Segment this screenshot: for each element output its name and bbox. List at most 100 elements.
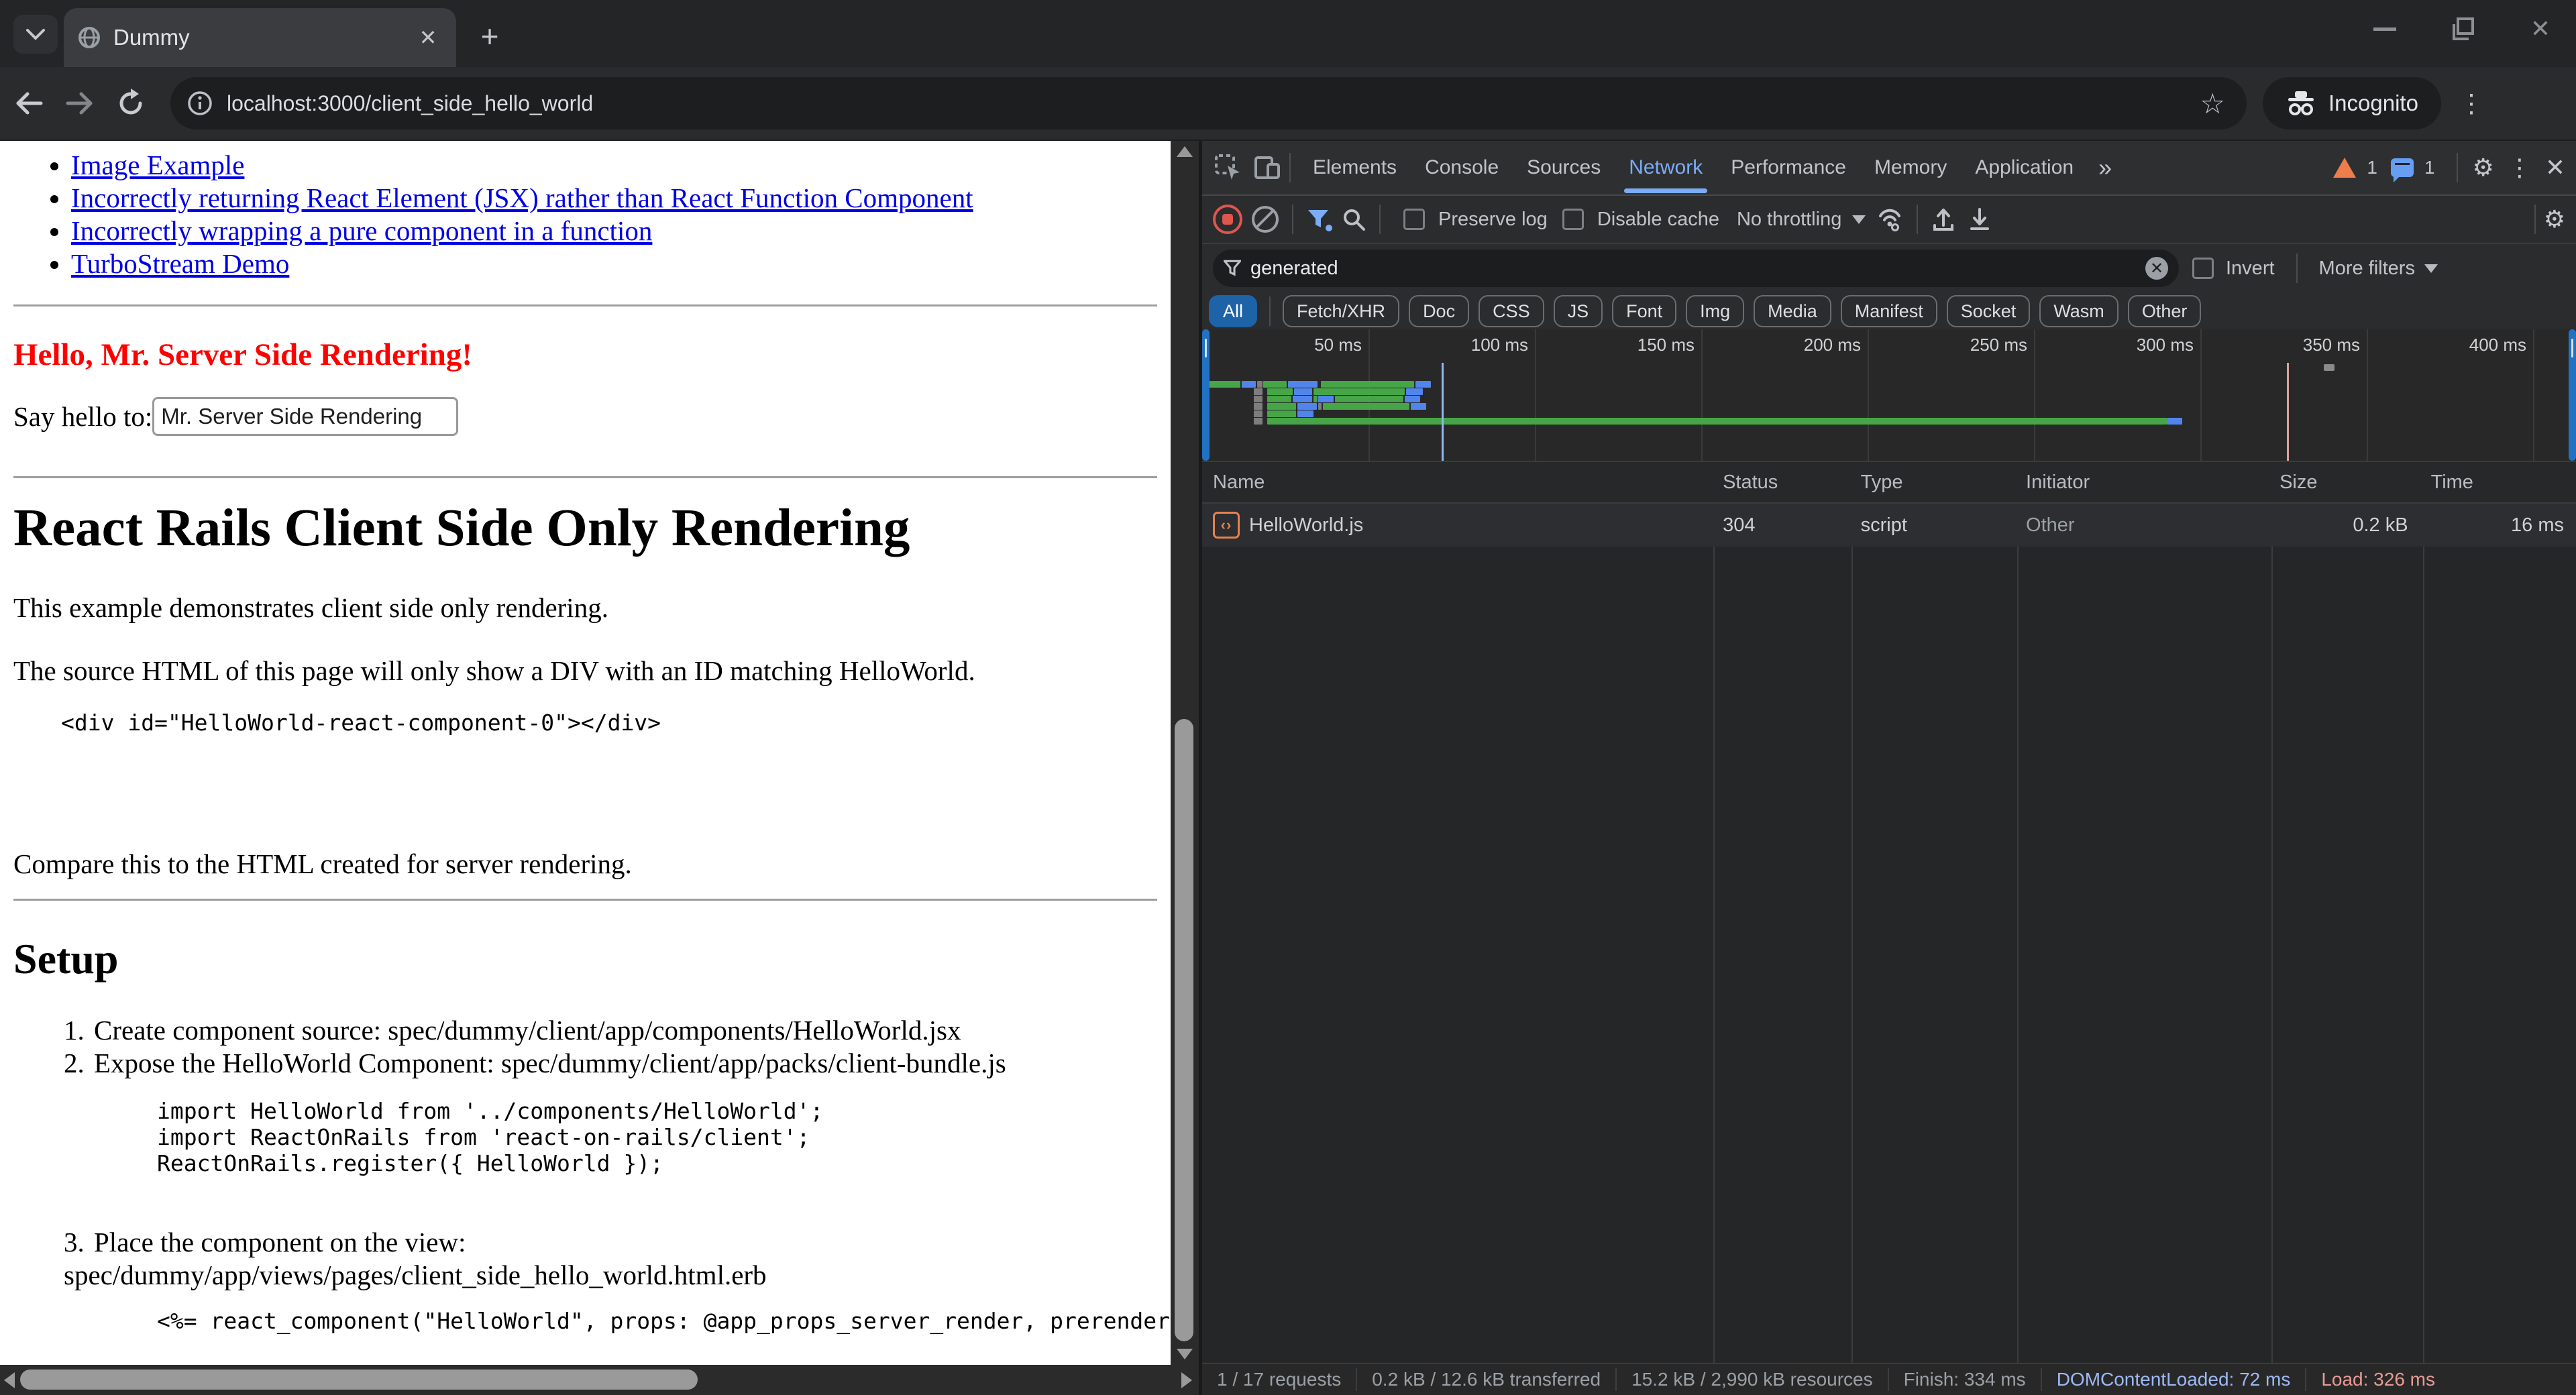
column-header-size[interactable]: Size bbox=[2269, 471, 2420, 494]
chip-socket[interactable]: Socket bbox=[1947, 295, 2031, 327]
disable-cache-label[interactable]: Disable cache bbox=[1597, 209, 1719, 231]
preserve-log-label[interactable]: Preserve log bbox=[1438, 209, 1548, 231]
scroll-down-icon[interactable] bbox=[1177, 1349, 1193, 1359]
waterfall-bar bbox=[1267, 418, 2167, 425]
device-toolbar-button[interactable] bbox=[1253, 154, 1281, 182]
timeline-right-handle[interactable] bbox=[2569, 329, 2576, 461]
bookmark-star-icon[interactable]: ☆ bbox=[2190, 87, 2235, 120]
chip-img[interactable]: Img bbox=[1686, 295, 1744, 327]
chip-all[interactable]: All bbox=[1209, 295, 1257, 327]
network-status-bar: 1 / 17 requests 0.2 kB / 12.6 kB transfe… bbox=[1202, 1363, 2576, 1395]
browser-tab-dummy[interactable]: Dummy ✕ bbox=[64, 8, 456, 67]
column-divider[interactable] bbox=[1851, 462, 1853, 1363]
link-incorrect-jsx[interactable]: Incorrectly returning React Element (JSX… bbox=[71, 182, 973, 213]
chip-other[interactable]: Other bbox=[2128, 295, 2202, 327]
scroll-left-icon[interactable] bbox=[4, 1372, 15, 1388]
more-filters-button[interactable]: More filters bbox=[2319, 258, 2415, 280]
more-filters-caret-icon[interactable] bbox=[2424, 264, 2438, 273]
console-message-icon[interactable] bbox=[2391, 158, 2414, 177]
chip-js[interactable]: JS bbox=[1554, 295, 1603, 327]
record-network-log-button[interactable] bbox=[1213, 205, 1242, 234]
url-text[interactable]: localhost:3000/client_side_hello_world bbox=[227, 91, 2190, 116]
timeline-tick-label: 150 ms bbox=[1587, 335, 1695, 355]
clear-filter-icon[interactable]: ✕ bbox=[2145, 257, 2168, 280]
request-name-cell[interactable]: ‹› HelloWorld.js bbox=[1202, 512, 1712, 539]
timeline-left-handle[interactable] bbox=[1202, 329, 1210, 461]
chip-doc[interactable]: Doc bbox=[1409, 295, 1469, 327]
tab-console[interactable]: Console bbox=[1411, 141, 1513, 194]
network-overview-timeline[interactable]: 50 ms100 ms150 ms200 ms250 ms300 ms350 m… bbox=[1202, 329, 2576, 462]
chip-manifest[interactable]: Manifest bbox=[1841, 295, 1937, 327]
column-divider[interactable] bbox=[2017, 462, 2019, 1363]
tab-search-button[interactable] bbox=[13, 15, 58, 54]
column-divider[interactable] bbox=[2423, 462, 2424, 1363]
disable-cache-checkbox[interactable] bbox=[1562, 209, 1584, 230]
column-header-initiator[interactable]: Initiator bbox=[2015, 471, 2269, 494]
back-button[interactable] bbox=[7, 81, 51, 125]
tab-performance[interactable]: Performance bbox=[1717, 141, 1860, 194]
filter-toggle-button[interactable] bbox=[1307, 209, 1330, 230]
tab-network[interactable]: Network bbox=[1615, 141, 1717, 194]
new-tab-button[interactable]: + bbox=[470, 16, 510, 56]
invert-checkbox[interactable] bbox=[2192, 258, 2214, 279]
import-har-button[interactable] bbox=[1931, 207, 1955, 232]
chip-fetch-xhr[interactable]: Fetch/XHR bbox=[1283, 295, 1399, 327]
reload-button[interactable] bbox=[109, 81, 153, 125]
column-header-status[interactable]: Status bbox=[1712, 471, 1850, 494]
column-header-time[interactable]: Time bbox=[2420, 471, 2576, 494]
column-divider[interactable] bbox=[2271, 462, 2273, 1363]
window-restore-button[interactable] bbox=[2446, 12, 2479, 46]
devtools-menu-kebab-icon[interactable]: ⋮ bbox=[2501, 154, 2538, 182]
request-initiator-cell[interactable]: Other bbox=[2015, 514, 2269, 537]
devtools-close-icon[interactable]: ✕ bbox=[2545, 154, 2565, 182]
column-divider[interactable] bbox=[1713, 462, 1715, 1363]
page-horizontal-scrollbar[interactable] bbox=[0, 1365, 1199, 1395]
clear-network-log-button[interactable] bbox=[1252, 206, 1279, 233]
warning-icon[interactable] bbox=[2333, 158, 2356, 178]
vertical-scroll-thumb[interactable] bbox=[1175, 719, 1193, 1341]
address-bar[interactable]: localhost:3000/client_side_hello_world ☆ bbox=[170, 77, 2247, 129]
setup-step-1: 1.Create component source: spec/dummy/cl… bbox=[13, 1014, 1171, 1047]
network-settings-gear-icon[interactable]: ⚙ bbox=[2544, 205, 2565, 233]
throttling-select[interactable]: No throttling bbox=[1737, 209, 1841, 231]
tab-sources[interactable]: Sources bbox=[1513, 141, 1615, 194]
scroll-up-icon[interactable] bbox=[1177, 146, 1193, 157]
chip-css[interactable]: CSS bbox=[1479, 295, 1544, 327]
window-close-button[interactable]: ✕ bbox=[2524, 12, 2557, 46]
inspect-element-button[interactable] bbox=[1214, 154, 1242, 182]
more-tabs-icon[interactable]: » bbox=[2088, 154, 2123, 182]
export-har-button[interactable] bbox=[1968, 207, 1992, 232]
timeline-tick-label: 350 ms bbox=[2253, 335, 2360, 355]
site-info-icon[interactable] bbox=[186, 90, 213, 117]
table-row[interactable]: ‹› HelloWorld.js 304 script Other 0.2 kB… bbox=[1202, 504, 2576, 547]
tab-close-icon[interactable]: ✕ bbox=[413, 23, 443, 52]
column-header-type[interactable]: Type bbox=[1850, 471, 2015, 494]
browser-menu-button[interactable]: ⋮ bbox=[2455, 89, 2488, 119]
horizontal-scroll-thumb[interactable] bbox=[20, 1370, 698, 1390]
link-turbostream-demo[interactable]: TurboStream Demo bbox=[71, 248, 289, 279]
filter-input-value[interactable]: generated bbox=[1250, 258, 2145, 280]
name-input[interactable] bbox=[152, 397, 458, 436]
chip-media[interactable]: Media bbox=[1754, 295, 1831, 327]
link-incorrect-wrap[interactable]: Incorrectly wrapping a pure component in… bbox=[71, 215, 652, 246]
search-button[interactable] bbox=[1342, 207, 1366, 231]
request-name[interactable]: HelloWorld.js bbox=[1249, 514, 1363, 537]
filter-input[interactable]: generated ✕ bbox=[1213, 249, 2179, 287]
tab-memory[interactable]: Memory bbox=[1860, 141, 1961, 194]
throttling-caret-icon[interactable] bbox=[1852, 215, 1866, 224]
tab-application[interactable]: Application bbox=[1961, 141, 2088, 194]
network-conditions-button[interactable] bbox=[1876, 207, 1903, 232]
column-header-name[interactable]: Name bbox=[1202, 471, 1712, 494]
page-vertical-scrollbar[interactable] bbox=[1171, 141, 1199, 1365]
link-image-example[interactable]: Image Example bbox=[71, 150, 244, 180]
scroll-right-icon[interactable] bbox=[1181, 1372, 1192, 1388]
devtools-settings-gear-icon[interactable]: ⚙ bbox=[2473, 154, 2494, 182]
chip-wasm[interactable]: Wasm bbox=[2039, 295, 2118, 327]
chip-font[interactable]: Font bbox=[1612, 295, 1676, 327]
tab-elements[interactable]: Elements bbox=[1299, 141, 1411, 194]
invert-label[interactable]: Invert bbox=[2226, 258, 2275, 280]
preserve-log-checkbox[interactable] bbox=[1403, 209, 1425, 230]
window-minimize-button[interactable] bbox=[2368, 12, 2402, 46]
divider bbox=[1269, 296, 1271, 326]
forward-button[interactable] bbox=[58, 81, 102, 125]
